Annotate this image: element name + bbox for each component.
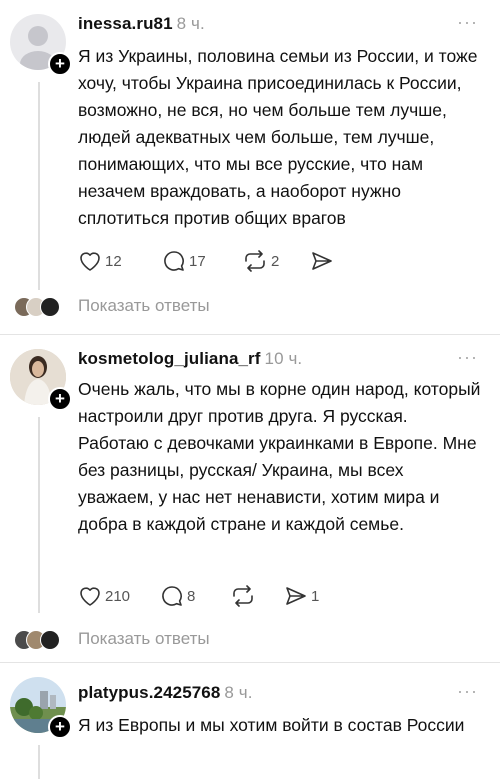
post-1-avatar-wrap[interactable]: + — [10, 14, 72, 76]
repost-button[interactable] — [230, 584, 259, 608]
like-count: 210 — [105, 587, 131, 605]
post-actions: 12 17 2 — [78, 249, 378, 273]
show-replies-link[interactable]: Показать ответы — [78, 296, 210, 316]
post-time: 8 ч. — [224, 683, 253, 702]
post-1: + inessa.ru81 8 ч. ··· Я из Украины, поло… — [0, 0, 500, 335]
like-count: 12 — [105, 252, 122, 270]
post-2-avatar-wrap[interactable]: + — [10, 349, 72, 411]
heart-icon — [80, 587, 100, 606]
replies-row[interactable]: Показать ответы — [0, 628, 500, 652]
more-options-icon[interactable]: ··· — [457, 12, 478, 33]
replies-row[interactable]: Показать ответы — [0, 295, 500, 319]
follow-plus-icon[interactable]: + — [48, 52, 72, 76]
thread-line — [38, 417, 40, 613]
repost-icon — [233, 585, 253, 607]
post-text: Я из Украины, половина семьи из России, … — [78, 46, 478, 228]
repost-icon — [245, 250, 265, 272]
show-replies-link[interactable]: Показать ответы — [78, 629, 210, 649]
post-text: Я из Европы и мы хотим войти в состав Ро… — [78, 715, 465, 735]
post-actions: 210 8 1 — [78, 584, 378, 608]
reply-avatar — [40, 297, 60, 317]
more-options-icon[interactable]: ··· — [457, 347, 478, 368]
username[interactable]: inessa.ru81 8 ч. — [78, 14, 205, 34]
repost-button[interactable]: 2 — [242, 249, 279, 273]
post-2: + kosmetolog_juliana_rf 10 ч. ··· Очень ж… — [0, 335, 500, 660]
like-button[interactable]: 12 — [78, 249, 122, 273]
post-time: 8 ч. — [176, 14, 205, 33]
follow-plus-icon[interactable]: + — [48, 387, 72, 411]
share-button[interactable]: 1 — [284, 584, 319, 608]
username[interactable]: kosmetolog_juliana_rf 10 ч. — [78, 349, 302, 369]
heart-icon — [80, 252, 100, 271]
comment-button[interactable]: 17 — [162, 249, 206, 273]
thread-line — [38, 82, 40, 290]
follow-plus-icon[interactable]: + — [48, 715, 72, 739]
comment-icon — [162, 586, 182, 606]
username[interactable]: platypus.2425768 8 ч. — [78, 683, 253, 703]
username-text[interactable]: kosmetolog_juliana_rf — [78, 349, 261, 368]
send-icon — [286, 587, 306, 605]
reply-avatars — [14, 295, 64, 319]
repost-count: 2 — [271, 252, 280, 270]
post-text: Очень жаль, что мы в корне один народ, к… — [78, 379, 481, 534]
comment-icon — [164, 251, 184, 271]
comment-count: 8 — [187, 587, 196, 605]
post-3: + platypus.2425768 8 ч. ··· Я из Европы и… — [0, 663, 500, 779]
share-count: 1 — [311, 587, 320, 605]
post-time: 10 ч. — [264, 349, 303, 368]
reply-avatar — [40, 630, 60, 650]
comment-button[interactable]: 8 — [160, 584, 195, 608]
username-text[interactable]: inessa.ru81 — [78, 14, 173, 33]
more-options-icon[interactable]: ··· — [457, 681, 478, 702]
post-3-avatar-wrap[interactable]: + — [10, 677, 72, 739]
comment-count: 17 — [189, 252, 206, 270]
thread-line — [38, 745, 40, 779]
reply-avatars — [14, 628, 64, 652]
send-icon — [312, 252, 332, 270]
share-button[interactable] — [310, 249, 337, 273]
username-text[interactable]: platypus.2425768 — [78, 683, 220, 702]
like-button[interactable]: 210 — [78, 584, 130, 608]
